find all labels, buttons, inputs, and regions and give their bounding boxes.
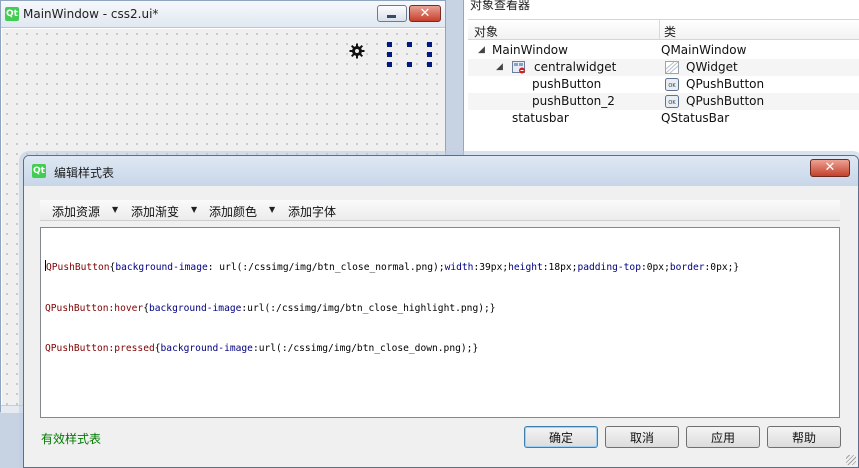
tree-row-class: QWidget <box>686 60 738 74</box>
code-line: QPushButton:pressed{background-image:url… <box>45 342 839 356</box>
css-selector: QPushButton:hover <box>45 302 144 314</box>
tree-row-statusbar[interactable]: statusbar QStatusBar <box>468 110 859 127</box>
minimize-button[interactable] <box>377 5 407 22</box>
tree-row-class: QPushButton <box>686 94 765 108</box>
add-resource-menu[interactable]: 添加资源 <box>52 203 100 220</box>
selection-handle[interactable] <box>407 62 412 67</box>
css-value: : url(:/cssimg/img/btn_close_normal.png)… <box>207 262 445 273</box>
add-color-menu[interactable]: 添加颜色 <box>209 203 257 220</box>
dropdown-arrow-icon[interactable]: ▼ <box>191 205 197 214</box>
svg-text:OK: OK <box>668 83 676 89</box>
dropdown-arrow-icon[interactable]: ▼ <box>269 205 275 214</box>
css-property: border <box>669 262 705 273</box>
pushbutton-icon: OK <box>665 95 679 108</box>
tree-row-object: pushButton_2 <box>532 94 615 108</box>
edit-stylesheet-dialog: Qt 编辑样式表 ✕ 添加资源 ▼ 添加渐变 ▼ 添加颜色 ▼ 添加字体 QPu… <box>23 155 859 468</box>
css-selector: QPushButton <box>46 262 110 273</box>
close-icon: ✕ <box>824 160 836 175</box>
selection-handle[interactable] <box>387 52 392 57</box>
selection-handle[interactable] <box>427 42 432 47</box>
resize-grip[interactable] <box>846 455 856 465</box>
selection-handle[interactable] <box>427 52 432 57</box>
close-icon: ✕ <box>419 6 431 21</box>
expand-arrow-icon[interactable]: ◢ <box>478 45 485 55</box>
css-value: :0px;} <box>704 262 740 273</box>
stylesheet-valid-status: 有效样式表 <box>41 432 102 446</box>
qt-logo-icon: Qt <box>32 164 46 178</box>
expand-arrow-icon[interactable]: ◢ <box>496 62 503 72</box>
ok-button[interactable]: 确定 <box>524 426 598 448</box>
apply-button[interactable]: 应用 <box>686 426 760 448</box>
tree-row-object: statusbar <box>512 111 569 125</box>
code-line: QPushButton:hover{background-image:url(:… <box>45 302 839 316</box>
add-font-menu[interactable]: 添加字体 <box>288 203 336 220</box>
code-line: QPushButton{background-image: url(:/cssi… <box>45 260 839 275</box>
css-property: height <box>508 262 543 273</box>
css-property: padding-top <box>577 262 641 273</box>
css-property: background-image <box>160 343 253 354</box>
pushbutton-icon: OK <box>665 78 679 91</box>
css-value: :39px; <box>473 262 509 273</box>
object-inspector-header: 对象 类 <box>468 19 859 40</box>
dropdown-arrow-icon[interactable]: ▼ <box>112 205 118 214</box>
dialog-title: 编辑样式表 <box>54 166 115 180</box>
selected-widget[interactable] <box>387 42 432 67</box>
tree-row-object: centralwidget <box>534 60 617 74</box>
tree-row-object: MainWindow <box>492 43 568 57</box>
object-inspector-panel: 对象查看器 对象 类 ◢ MainWindow QMainWindow ◢ ce… <box>463 0 859 170</box>
css-property: background-image <box>148 302 242 314</box>
column-header-class[interactable]: 类 <box>664 23 676 40</box>
css-value: :url(:/cssimg/img/btn_close_highlight.pn… <box>241 302 496 314</box>
svg-text:OK: OK <box>668 100 676 106</box>
selection-handle[interactable] <box>387 42 392 47</box>
css-selector: QPushButton:pressed <box>45 343 155 354</box>
tree-row-mainwindow[interactable]: ◢ MainWindow QMainWindow <box>468 42 859 59</box>
selection-handle[interactable] <box>427 62 432 67</box>
tree-row-class: QPushButton <box>686 77 765 91</box>
css-property: width <box>444 262 474 273</box>
css-property: background-image <box>115 262 208 273</box>
stylesheet-editor[interactable]: QPushButton{background-image: url(:/cssi… <box>40 227 840 418</box>
object-inspector-title: 对象查看器 <box>470 0 531 12</box>
selection-handle[interactable] <box>387 62 392 67</box>
css-value: :18px; <box>542 262 578 273</box>
css-value: :0px; <box>640 262 670 273</box>
tree-row-class: QMainWindow <box>661 43 747 57</box>
dialog-titlebar[interactable]: Qt 编辑样式表 ✕ <box>24 156 858 186</box>
column-header-object[interactable]: 对象 <box>474 23 498 40</box>
css-value: :url(:/cssimg/img/btn_close_down.png);} <box>252 343 479 354</box>
minimize-icon <box>387 15 396 18</box>
tree-row-centralwidget[interactable]: ◢ centralwidget QWidget <box>468 59 859 76</box>
tree-row-class: QStatusBar <box>661 111 730 125</box>
tree-row-pushbutton-2[interactable]: pushButton_2 OK QPushButton <box>468 93 859 110</box>
qwidget-icon <box>665 61 679 74</box>
tree-row-pushbutton[interactable]: pushButton OK QPushButton <box>468 76 859 93</box>
selection-handle[interactable] <box>407 42 412 47</box>
layout-widget-icon <box>512 61 525 74</box>
qt-logo-icon: Qt <box>5 7 19 21</box>
gear-icon[interactable] <box>349 43 365 59</box>
column-divider[interactable] <box>659 20 660 40</box>
help-button[interactable]: 帮助 <box>767 426 841 448</box>
stylesheet-toolbar: 添加资源 ▼ 添加渐变 ▼ 添加颜色 ▼ 添加字体 <box>40 200 840 221</box>
dialog-close-button[interactable]: ✕ <box>810 159 850 177</box>
form-close-button[interactable]: ✕ <box>409 5 441 22</box>
form-window-title: MainWindow - css2.ui* <box>23 7 159 21</box>
dialog-body: 添加资源 ▼ 添加渐变 ▼ 添加颜色 ▼ 添加字体 QPushButton{ba… <box>30 186 852 461</box>
add-gradient-menu[interactable]: 添加渐变 <box>131 203 179 220</box>
cancel-button[interactable]: 取消 <box>605 426 679 448</box>
tree-row-object: pushButton <box>532 77 602 91</box>
form-titlebar[interactable]: Qt MainWindow - css2.ui* ✕ <box>1 1 445 28</box>
